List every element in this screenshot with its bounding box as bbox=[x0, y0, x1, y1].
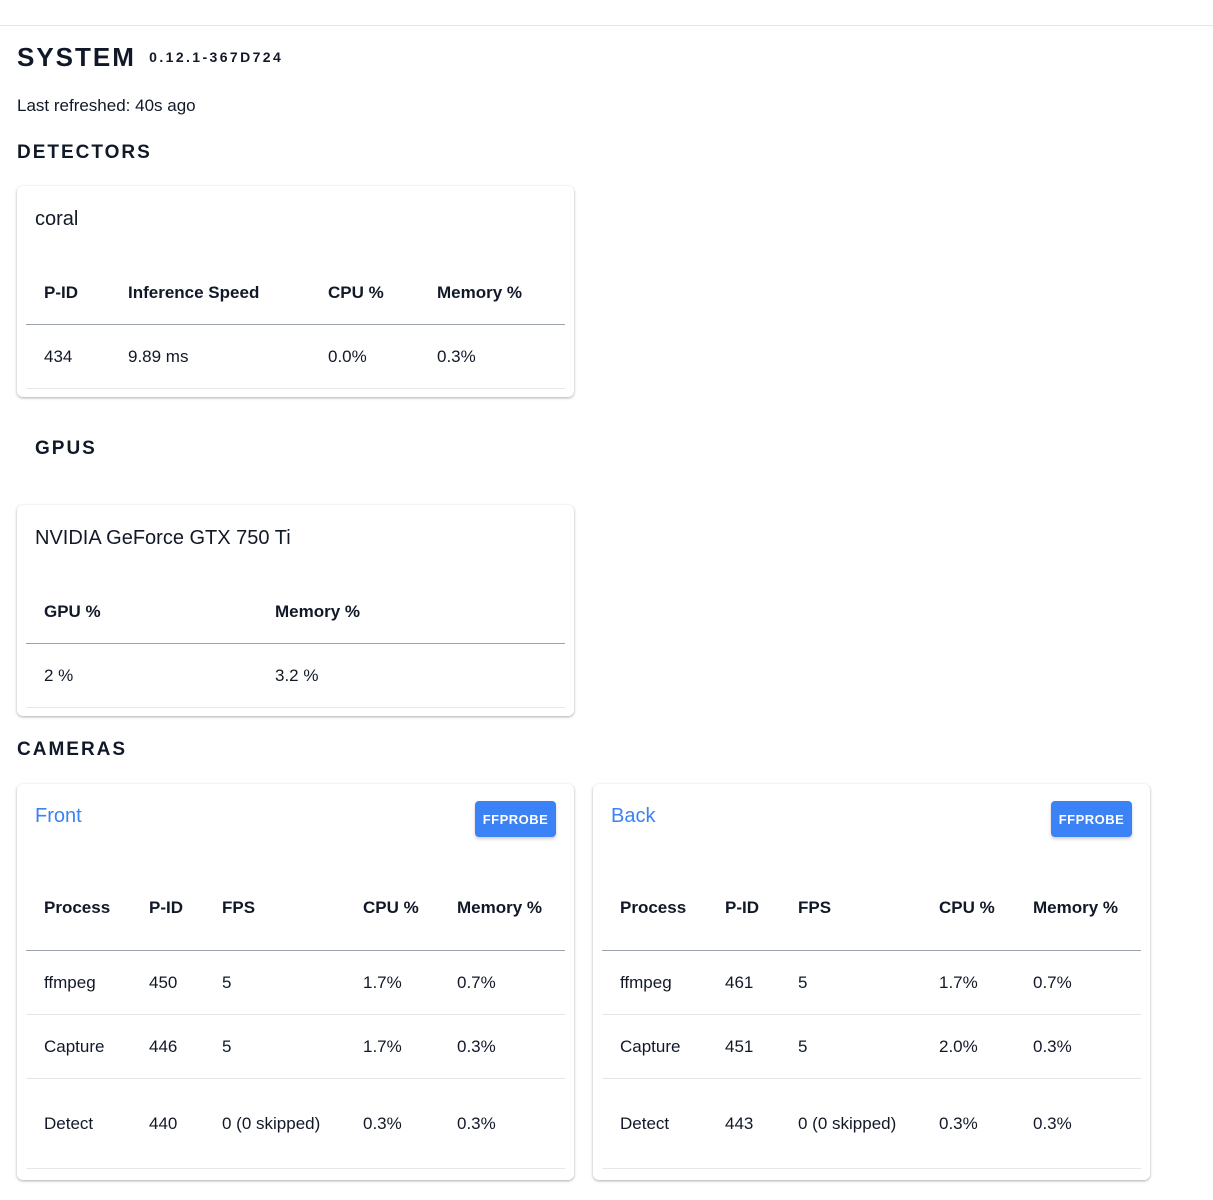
table-header-row: P-ID Inference Speed CPU % Memory % bbox=[26, 262, 565, 325]
column-header-pid: P-ID bbox=[707, 866, 780, 951]
cell-memory: 0.3% bbox=[1015, 1014, 1141, 1079]
cell-memory: 0.3% bbox=[419, 324, 565, 389]
cell-process: Detect bbox=[602, 1078, 707, 1169]
gpu-card: NVIDIA GeForce GTX 750 Ti GPU % Memory %… bbox=[17, 505, 574, 716]
top-divider bbox=[0, 25, 1213, 26]
table-row: Capture 446 5 1.7% 0.3% bbox=[26, 1014, 565, 1079]
camera-card-front: Front FFPROBE Process P-ID FPS CPU % Mem… bbox=[17, 784, 574, 1180]
page-title: SYSTEM 0.12.1-367D724 bbox=[17, 40, 283, 76]
detector-table: P-ID Inference Speed CPU % Memory % 434 … bbox=[26, 262, 565, 389]
column-header-cpu: CPU % bbox=[921, 866, 1015, 951]
ffprobe-button[interactable]: FFPROBE bbox=[1051, 801, 1132, 837]
cell-process: ffmpeg bbox=[26, 950, 131, 1015]
table-header-row: Process P-ID FPS CPU % Memory % bbox=[602, 866, 1141, 951]
table-header-row: Process P-ID FPS CPU % Memory % bbox=[26, 866, 565, 951]
detector-name: coral bbox=[35, 208, 79, 230]
table-row: Detect 440 0 (0 skipped) 0.3% 0.3% bbox=[26, 1078, 565, 1169]
table-row: Capture 451 5 2.0% 0.3% bbox=[602, 1014, 1141, 1079]
camera-card-back: Back FFPROBE Process P-ID FPS CPU % Memo… bbox=[593, 784, 1150, 1180]
cell-pid: 446 bbox=[131, 1014, 204, 1079]
detector-card: coral P-ID Inference Speed CPU % Memory … bbox=[17, 186, 574, 397]
cell-pid: 434 bbox=[26, 324, 110, 389]
cell-memory: 0.3% bbox=[439, 1078, 565, 1169]
cell-process: Detect bbox=[26, 1078, 131, 1169]
camera-table: Process P-ID FPS CPU % Memory % ffmpeg 4… bbox=[602, 866, 1141, 1169]
column-header-inference-speed: Inference Speed bbox=[110, 262, 310, 325]
column-header-memory: Memory % bbox=[439, 866, 565, 951]
cameras-heading: CAMERAS bbox=[17, 739, 128, 760]
gpus-heading: GPUS bbox=[35, 438, 97, 459]
column-header-cpu: CPU % bbox=[310, 262, 419, 325]
cell-cpu: 0.0% bbox=[310, 324, 419, 389]
table-row: ffmpeg 461 5 1.7% 0.7% bbox=[602, 950, 1141, 1015]
cell-process: Capture bbox=[26, 1014, 131, 1079]
column-header-pid: P-ID bbox=[131, 866, 204, 951]
cell-cpu: 0.3% bbox=[921, 1078, 1015, 1169]
cell-process: Capture bbox=[602, 1014, 707, 1079]
column-header-fps: FPS bbox=[780, 866, 921, 951]
table-row: ffmpeg 450 5 1.7% 0.7% bbox=[26, 950, 565, 1015]
cell-fps: 5 bbox=[204, 950, 345, 1015]
table-header-row: GPU % Memory % bbox=[26, 581, 565, 644]
column-header-gpu: GPU % bbox=[26, 581, 257, 644]
cell-memory: 0.7% bbox=[1015, 950, 1141, 1015]
cell-pid: 440 bbox=[131, 1078, 204, 1169]
table-row: Detect 443 0 (0 skipped) 0.3% 0.3% bbox=[602, 1078, 1141, 1169]
cell-fps: 0 (0 skipped) bbox=[780, 1078, 921, 1169]
cell-fps: 5 bbox=[780, 1014, 921, 1079]
cell-memory: 0.3% bbox=[439, 1014, 565, 1079]
cell-memory: 0.3% bbox=[1015, 1078, 1141, 1169]
column-header-memory: Memory % bbox=[419, 262, 565, 325]
column-header-fps: FPS bbox=[204, 866, 345, 951]
cell-pid: 443 bbox=[707, 1078, 780, 1169]
detectors-heading: DETECTORS bbox=[17, 142, 152, 163]
cell-cpu: 2.0% bbox=[921, 1014, 1015, 1079]
column-header-process: Process bbox=[602, 866, 707, 951]
column-header-process: Process bbox=[26, 866, 131, 951]
cell-process: ffmpeg bbox=[602, 950, 707, 1015]
cell-fps: 5 bbox=[204, 1014, 345, 1079]
last-refreshed-text: Last refreshed: 40s ago bbox=[17, 96, 196, 115]
camera-link-back[interactable]: Back bbox=[611, 803, 655, 829]
column-header-pid: P-ID bbox=[26, 262, 110, 325]
table-row: 2 % 3.2 % bbox=[26, 643, 565, 708]
cell-cpu: 0.3% bbox=[345, 1078, 439, 1169]
camera-link-front[interactable]: Front bbox=[35, 803, 82, 829]
cell-cpu: 1.7% bbox=[345, 1014, 439, 1079]
version-label: 0.12.1-367D724 bbox=[149, 49, 284, 66]
gpu-name: NVIDIA GeForce GTX 750 Ti bbox=[35, 527, 291, 549]
gpu-table: GPU % Memory % 2 % 3.2 % bbox=[26, 581, 565, 708]
cell-fps: 5 bbox=[780, 950, 921, 1015]
camera-table: Process P-ID FPS CPU % Memory % ffmpeg 4… bbox=[26, 866, 565, 1169]
cell-cpu: 1.7% bbox=[345, 950, 439, 1015]
cell-memory: 0.7% bbox=[439, 950, 565, 1015]
cell-inference-speed: 9.89 ms bbox=[110, 324, 310, 389]
table-row: 434 9.89 ms 0.0% 0.3% bbox=[26, 324, 565, 389]
cell-pid: 461 bbox=[707, 950, 780, 1015]
cell-pid: 451 bbox=[707, 1014, 780, 1079]
column-header-memory: Memory % bbox=[1015, 866, 1141, 951]
column-header-cpu: CPU % bbox=[345, 866, 439, 951]
column-header-memory: Memory % bbox=[257, 581, 565, 644]
cell-memory: 3.2 % bbox=[257, 643, 565, 708]
cell-fps: 0 (0 skipped) bbox=[204, 1078, 345, 1169]
page-title-text: SYSTEM bbox=[17, 42, 136, 72]
ffprobe-button[interactable]: FFPROBE bbox=[475, 801, 556, 837]
cell-gpu: 2 % bbox=[26, 643, 257, 708]
cell-cpu: 1.7% bbox=[921, 950, 1015, 1015]
cell-pid: 450 bbox=[131, 950, 204, 1015]
